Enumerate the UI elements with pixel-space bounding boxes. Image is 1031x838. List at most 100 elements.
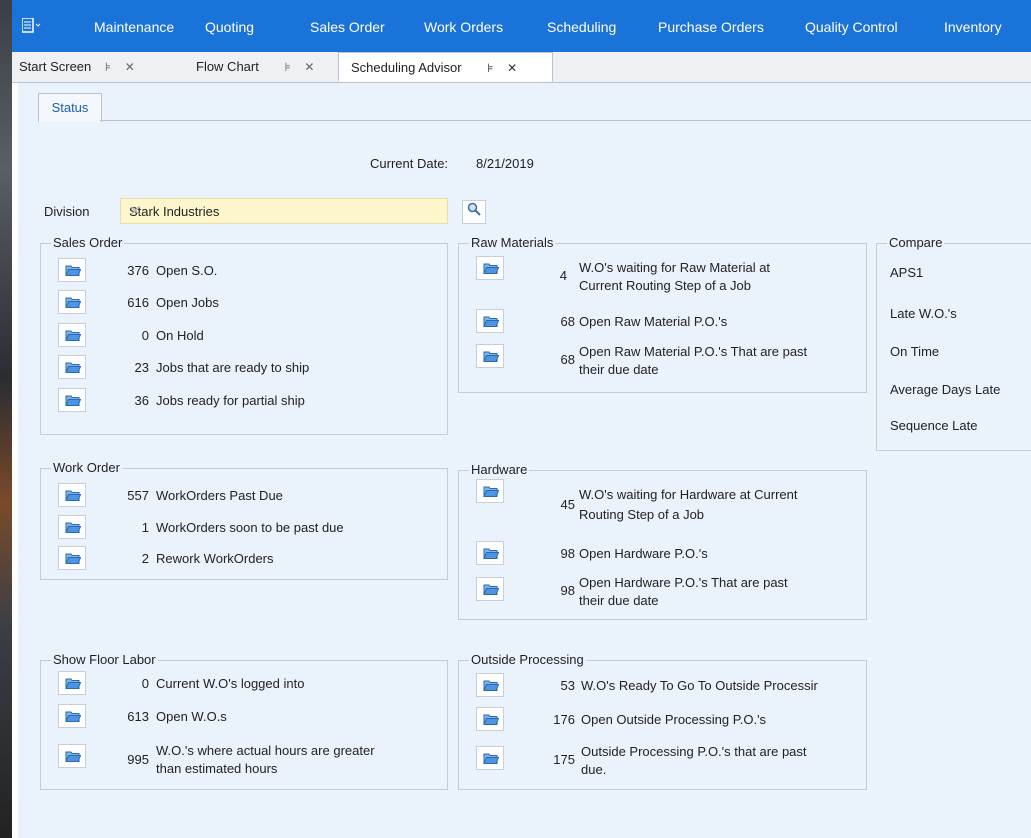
folder-open-icon <box>483 548 499 559</box>
count-value: 176 <box>553 712 575 727</box>
open-button[interactable] <box>58 483 86 507</box>
hardware-row: 45 W.O's waiting for Hardware at Current… <box>459 479 866 522</box>
folder-open-icon <box>483 753 499 764</box>
count-value: 175 <box>553 752 575 767</box>
tab-flow-chart[interactable]: Flow Chart ⊧ ✕ <box>196 52 314 82</box>
grid-menu-icon[interactable] <box>21 17 46 36</box>
count-value: 0 <box>141 328 149 343</box>
menu-scheduling[interactable]: Scheduling <box>547 19 616 35</box>
folder-open-icon <box>65 711 81 722</box>
raw-materials-group: Raw Materials 4 W.O's waiting for Raw Ma… <box>458 235 867 393</box>
open-button[interactable] <box>58 546 86 570</box>
close-icon[interactable]: ✕ <box>304 60 314 74</box>
pin-icon[interactable]: ⊧ <box>487 61 493 75</box>
tab-label: Start Screen <box>19 59 92 74</box>
folder-open-icon <box>65 362 81 373</box>
folder-open-icon <box>483 680 499 691</box>
work-order-row: 1 WorkOrders soon to be past due <box>41 515 447 541</box>
open-button[interactable] <box>58 704 86 728</box>
group-title: Sales Order <box>51 235 125 250</box>
group-title: Raw Materials <box>469 235 556 250</box>
tab-start-screen[interactable]: Start Screen ⊧ ✕ <box>19 52 135 82</box>
count-label-line2: their due date <box>579 362 659 377</box>
division-search-button[interactable] <box>462 200 486 224</box>
count-label: Open Hardware P.O.'s That are past <box>579 575 788 590</box>
count-value: 376 <box>127 263 149 278</box>
close-icon[interactable]: ✕ <box>125 60 135 74</box>
shop-floor-row: 995 W.O.'s where actual hours are greate… <box>41 743 447 776</box>
folder-open-icon <box>65 522 81 533</box>
count-label: Open W.O.s <box>156 709 227 724</box>
count-label: W.O's waiting for Hardware at Current <box>579 487 798 502</box>
sales-order-group: Sales Order 376 Open S.O. 616 Open Jobs … <box>40 235 448 435</box>
division-field[interactable]: Stark Industries ✕ <box>120 198 448 224</box>
open-button[interactable] <box>58 258 86 282</box>
folder-open-icon <box>483 714 499 725</box>
open-button[interactable] <box>476 577 504 601</box>
open-button[interactable] <box>476 541 504 565</box>
menu-maintenance[interactable]: Maintenance <box>94 19 174 35</box>
open-button[interactable] <box>476 256 504 280</box>
open-button[interactable] <box>58 515 86 539</box>
folder-open-icon <box>483 351 499 362</box>
open-button[interactable] <box>476 479 504 503</box>
raw-materials-row: 4 W.O's waiting for Raw Material at Curr… <box>459 256 866 293</box>
shop-floor-row: 613 Open W.O.s <box>41 704 447 730</box>
pin-icon[interactable]: ⊧ <box>105 60 111 74</box>
count-value: 4 <box>559 268 567 283</box>
open-button[interactable] <box>476 673 504 697</box>
hardware-row: 98 Open Hardware P.O.'s <box>459 541 866 567</box>
pin-icon[interactable]: ⊧ <box>284 60 290 74</box>
count-value: 2 <box>141 551 149 566</box>
clear-icon[interactable]: ✕ <box>129 202 439 220</box>
shop-floor-row: 0 Current W.O's logged into <box>41 671 447 697</box>
open-button[interactable] <box>58 744 86 768</box>
menu-quality-control[interactable]: Quality Control <box>805 19 898 35</box>
count-label: Current W.O's logged into <box>156 676 305 691</box>
count-value: 995 <box>127 752 149 767</box>
open-button[interactable] <box>476 344 504 368</box>
close-icon[interactable]: ✕ <box>507 61 517 75</box>
count-value: 68 <box>560 352 575 367</box>
count-value: 0 <box>141 676 149 691</box>
menu-sales-order[interactable]: Sales Order <box>310 19 385 35</box>
count-label: WorkOrders Past Due <box>156 488 283 503</box>
sales-order-row: 36 Jobs ready for partial ship <box>41 388 447 414</box>
count-label: W.O.'s where actual hours are greater <box>156 743 375 758</box>
raw-materials-row: 68 Open Raw Material P.O.'s That are pas… <box>459 344 866 377</box>
document-tab-bar: Start Screen ⊧ ✕ Flow Chart ⊧ ✕ Scheduli… <box>12 52 1031 83</box>
count-label-line2: Routing Step of a Job <box>579 507 705 522</box>
open-button[interactable] <box>476 746 504 770</box>
compare-item: APS1 <box>890 265 924 280</box>
compare-group: Compare APS1 Late W.O.'s On Time Average… <box>876 235 1031 451</box>
menu-quoting[interactable]: Quoting <box>205 19 254 35</box>
compare-item: Average Days Late <box>890 382 1001 397</box>
open-button[interactable] <box>58 290 86 314</box>
menu-inventory[interactable]: Inventory <box>944 19 1002 35</box>
open-button[interactable] <box>476 707 504 731</box>
count-label: Open Raw Material P.O.'s <box>579 314 728 329</box>
count-label: W.O's Ready To Go To Outside Processir <box>581 678 818 693</box>
count-label: Jobs that are ready to ship <box>156 360 310 375</box>
folder-open-icon <box>483 486 499 497</box>
sales-order-row: 23 Jobs that are ready to ship <box>41 355 447 381</box>
open-button[interactable] <box>58 671 86 695</box>
tab-scheduling-advisor[interactable]: Scheduling Advisor ⊧ ✕ <box>338 52 553 82</box>
group-title: Outside Processing <box>469 652 586 667</box>
current-date-value: 8/21/2019 <box>476 156 534 171</box>
open-button[interactable] <box>58 355 86 379</box>
count-label-line2: Current Routing Step of a Job <box>579 278 751 293</box>
tab-status[interactable]: Status <box>38 93 102 122</box>
group-title: Show Floor Labor <box>51 652 158 667</box>
compare-item: Late W.O.'s <box>890 306 957 321</box>
open-button[interactable] <box>58 388 86 412</box>
tab-label: Flow Chart <box>196 59 259 74</box>
count-value: 98 <box>560 583 575 598</box>
menu-work-orders[interactable]: Work Orders <box>424 19 503 35</box>
count-label: Rework WorkOrders <box>156 551 274 566</box>
open-button[interactable] <box>476 309 504 333</box>
menu-purchase-orders[interactable]: Purchase Orders <box>658 19 764 35</box>
shop-floor-labor-group: Show Floor Labor 0 Current W.O's logged … <box>40 652 448 790</box>
open-button[interactable] <box>58 323 86 347</box>
count-label-line2: due. <box>581 762 607 777</box>
